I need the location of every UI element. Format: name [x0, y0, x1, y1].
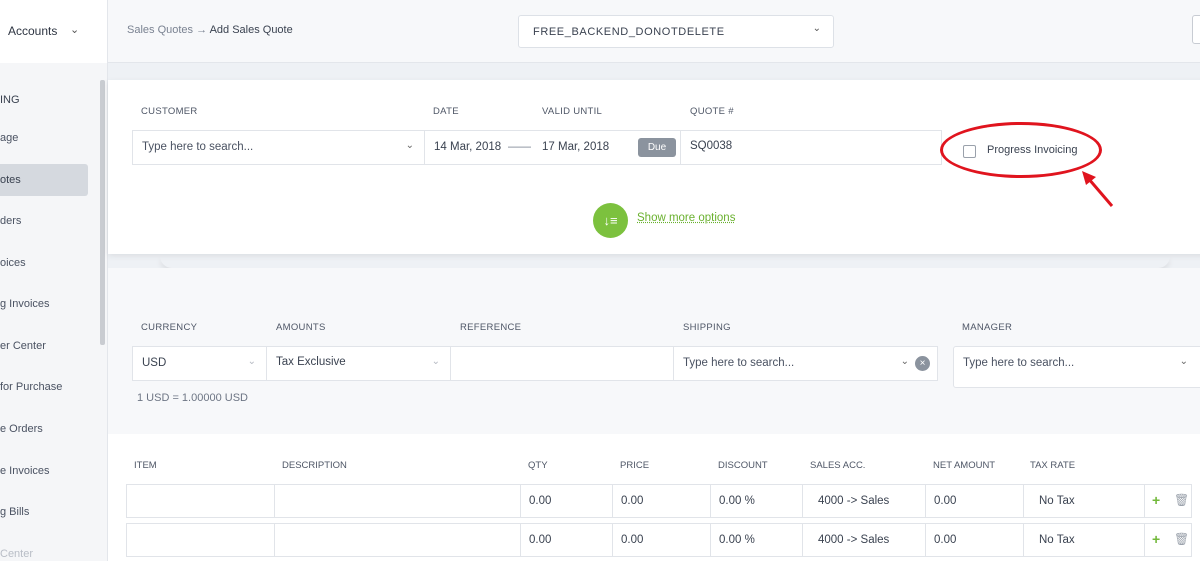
chevron-down-icon: ⌄ [900, 356, 909, 367]
quote-number-value: SQ0038 [690, 140, 733, 152]
quote-number-label: QUOTE # [690, 106, 734, 117]
sidebar-item[interactable]: er Center [0, 330, 88, 362]
tax-rate-cell[interactable]: No Tax [1024, 485, 1145, 517]
table-row: 0.00 0.00 0.00 % 4000 -> Sales 0.00 No T… [126, 523, 1192, 557]
column-header-net-amount: NET AMOUNT [933, 460, 996, 471]
sidebar-item[interactable]: e Invoices [0, 455, 88, 487]
sidebar-item[interactable]: oices [0, 247, 88, 279]
sales-account-cell[interactable]: 4000 -> Sales [803, 485, 926, 517]
item-cell[interactable] [127, 524, 275, 556]
currency-label: CURRENCY [141, 322, 198, 333]
chevron-down-icon: ⌄ [812, 23, 821, 34]
chevron-down-icon: ⌄ [247, 356, 256, 367]
sidebar-section-heading: ING [0, 94, 20, 106]
customer-label: CUSTOMER [141, 106, 198, 117]
clear-icon[interactable]: × [915, 356, 930, 371]
table-row: 0.00 0.00 0.00 % 4000 -> Sales 0.00 No T… [126, 484, 1192, 518]
breadcrumb-parent-link[interactable]: Sales Quotes [127, 24, 193, 36]
chevron-down-icon: ⌄ [431, 356, 440, 367]
description-cell[interactable] [275, 485, 521, 517]
description-cell[interactable] [275, 524, 521, 556]
item-cell[interactable] [127, 485, 275, 517]
column-header-description: DESCRIPTION [282, 460, 347, 471]
net-amount-cell[interactable]: 0.00 [926, 524, 1024, 556]
currency-value: USD [142, 357, 167, 369]
sidebar-item[interactable]: e Orders [0, 413, 88, 445]
shipping-placeholder: Type here to search... [683, 357, 795, 369]
amounts-select[interactable]: Tax Exclusive ⌄ [266, 346, 451, 381]
amounts-label: AMOUNTS [276, 322, 326, 333]
manager-label: MANAGER [962, 322, 1013, 333]
tax-rate-cell[interactable]: No Tax [1024, 524, 1145, 556]
price-cell[interactable]: 0.00 [613, 524, 711, 556]
organization-select[interactable]: FREE_BACKEND_DONOTDELETE ⌄ [518, 15, 834, 48]
chevron-down-icon: ⌄ [1179, 356, 1188, 367]
shipping-label: SHIPPING [683, 322, 731, 333]
sidebar-item[interactable]: ders [0, 205, 88, 237]
organization-name: FREE_BACKEND_DONOTDELETE [533, 26, 725, 38]
customer-search-input[interactable]: Type here to search... ⌄ [132, 130, 425, 165]
app-menu-label[interactable]: Accounts [8, 24, 57, 38]
sidebar-item[interactable]: age [0, 122, 88, 154]
reference-input[interactable] [450, 346, 674, 381]
customer-placeholder: Type here to search... [142, 141, 254, 153]
exchange-rate-text: 1 USD = 1.00000 USD [137, 392, 248, 404]
quote-number-input[interactable]: SQ0038 [680, 130, 942, 165]
sidebar-item[interactable]: for Purchase [0, 371, 88, 403]
valid-until-label: VALID UNTIL [542, 106, 603, 117]
date-input[interactable]: 14 Mar, 2018 [434, 141, 501, 153]
card-stack-shadow [160, 256, 1170, 268]
valid-until-input[interactable]: 17 Mar, 2018 [542, 141, 609, 153]
top-bar: Accounts ⌄ Sales Quotes → Add Sales Quot… [0, 0, 1200, 63]
trash-icon[interactable]: 🗑 [1174, 532, 1189, 546]
top-right-button[interactable] [1192, 15, 1200, 44]
shipping-search-input[interactable]: Type here to search... ⌄ × [673, 346, 938, 381]
manager-search-input[interactable]: Type here to search... ⌄ [953, 346, 1200, 388]
breadcrumb: Sales Quotes → Add Sales Quote [127, 24, 293, 36]
sidebar-item-sales-quotes[interactable]: otes [0, 164, 88, 196]
chevron-down-icon[interactable]: ⌄ [70, 23, 79, 36]
column-header-discount: DISCOUNT [718, 460, 768, 471]
discount-cell[interactable]: 0.00 % [711, 485, 803, 517]
sidebar-item[interactable]: g Invoices [0, 288, 88, 320]
show-more-options-link[interactable]: Show more options [637, 212, 735, 224]
amounts-value: Tax Exclusive [276, 356, 346, 368]
column-header-item: ITEM [134, 460, 157, 471]
show-more-icon[interactable]: ↓≡ [593, 203, 628, 238]
column-header-sales-account: SALES ACC. [810, 460, 866, 471]
app-menu-container: Accounts ⌄ [0, 0, 108, 63]
column-header-tax-rate: TAX RATE [1030, 460, 1076, 471]
add-row-icon[interactable]: + [1152, 531, 1160, 547]
date-separator: —— [508, 141, 531, 153]
discount-cell[interactable]: 0.00 % [711, 524, 803, 556]
date-label: DATE [433, 106, 459, 117]
breadcrumb-arrow-icon: → [196, 24, 208, 36]
annotation-arrow-icon [1082, 171, 1114, 207]
add-row-icon[interactable]: + [1152, 492, 1160, 508]
column-header-price: PRICE [620, 460, 650, 471]
net-amount-cell[interactable]: 0.00 [926, 485, 1024, 517]
column-header-qty: QTY [528, 460, 548, 471]
price-cell[interactable]: 0.00 [613, 485, 711, 517]
sidebar-item[interactable]: Center [0, 538, 88, 561]
sidebar-scrollbar[interactable] [100, 80, 105, 345]
breadcrumb-current: Add Sales Quote [209, 24, 293, 36]
currency-select[interactable]: USD ⌄ [132, 346, 267, 381]
reference-label: REFERENCE [460, 322, 522, 333]
sales-account-cell[interactable]: 4000 -> Sales [803, 524, 926, 556]
chevron-down-icon: ⌄ [405, 140, 414, 151]
sidebar-item[interactable]: g Bills [0, 496, 88, 528]
qty-cell[interactable]: 0.00 [521, 524, 613, 556]
manager-placeholder: Type here to search... [963, 357, 1075, 369]
qty-cell[interactable]: 0.00 [521, 485, 613, 517]
trash-icon[interactable]: 🗑 [1174, 493, 1189, 507]
due-badge[interactable]: Due [638, 138, 676, 157]
